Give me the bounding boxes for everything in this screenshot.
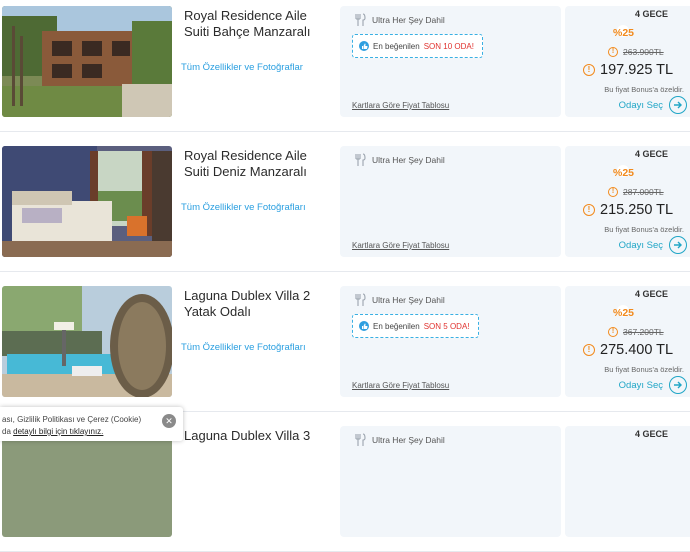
price-panel: 4 GECE (565, 426, 690, 537)
bonus-note: Bu fiyat Bonus'a özeldir. (604, 225, 684, 234)
old-price: 287.000TL (623, 187, 664, 197)
popular-badge: En beğenilen SON 10 ODA! (352, 34, 483, 58)
price-panel: 4 GECE %25 ! 263.900TL ! 197.925 TL Bu f… (565, 6, 690, 117)
room-photo[interactable] (2, 426, 172, 537)
board-panel: Ultra Her Şey Dahil Kartlara Göre Fiyat … (340, 146, 561, 257)
nights-count: 4 GECE (634, 289, 668, 299)
info-icon[interactable]: ! (608, 187, 618, 197)
room-photo[interactable] (2, 6, 172, 117)
rooms-left-alert: SON 10 ODA! (423, 41, 474, 51)
select-room-label[interactable]: Odayı Seç (619, 100, 663, 111)
close-icon[interactable]: ✕ (162, 414, 176, 428)
cookie-banner: ası, Gizlilik Politikası ve Çerez (Cooki… (0, 407, 183, 441)
cookie-text-line2: da detaylı bilgi için tıklayınız. (2, 427, 103, 436)
new-price: 215.250 TL (600, 202, 674, 218)
rooms-left-alert: SON 5 ODA! (423, 321, 470, 331)
board-type: Ultra Her Şey Dahil (372, 15, 445, 25)
new-price-row: ! 215.250 TL (583, 202, 673, 218)
features-photos-link[interactable]: Tüm Özellikler ve Fotoğrafları (181, 202, 306, 213)
board-type: Ultra Her Şey Dahil (372, 295, 445, 305)
badge-text: En beğenilen (373, 41, 420, 51)
select-room-label[interactable]: Odayı Seç (619, 380, 663, 391)
popular-badge: En beğenilen SON 5 ODA! (352, 314, 479, 338)
room-title[interactable]: Laguna Dublex Villa 3 (184, 428, 334, 444)
nights-count: 4 GECE (634, 429, 668, 439)
old-price-row: ! 263.900TL (608, 47, 664, 57)
info-icon[interactable]: ! (608, 47, 618, 57)
features-photos-link[interactable]: Tüm Özellikler ve Fotoğraflar (181, 62, 303, 73)
utensils-icon (355, 433, 366, 446)
nights-count: 4 GECE (634, 149, 668, 159)
room-card: Royal Residence Aile Suiti Deniz Manzara… (0, 140, 690, 272)
room-photo[interactable] (2, 286, 172, 397)
select-room-button[interactable]: Odayı Seç (619, 96, 687, 114)
thumbs-up-icon (359, 41, 369, 51)
price-panel: 4 GECE %25 ! 367.200TL ! 275.400 TL Bu f… (565, 286, 690, 397)
select-room-label[interactable]: Odayı Seç (619, 240, 663, 251)
new-price-row: ! 275.400 TL (583, 342, 673, 358)
room-title[interactable]: Royal Residence Aile Suiti Bahçe Manzara… (184, 8, 334, 40)
discount-rate: %25 (613, 307, 635, 319)
old-price: 263.900TL (623, 47, 664, 57)
utensils-icon (355, 293, 366, 306)
new-price: 197.925 TL (600, 62, 674, 78)
new-price: 275.400 TL (600, 342, 674, 358)
info-icon[interactable]: ! (583, 64, 595, 76)
price-table-link[interactable]: Kartlara Göre Fiyat Tablosu (352, 101, 449, 110)
old-price-row: ! 287.000TL (608, 187, 664, 197)
old-price-row: ! 367.200TL (608, 327, 664, 337)
old-price: 367.200TL (623, 327, 664, 337)
features-photos-link[interactable]: Tüm Özellikler ve Fotoğrafları (181, 342, 306, 353)
bonus-note: Bu fiyat Bonus'a özeldir. (604, 85, 684, 94)
info-icon[interactable]: ! (583, 344, 595, 356)
arrow-right-icon[interactable] (669, 376, 687, 394)
select-room-button[interactable]: Odayı Seç (619, 376, 687, 394)
room-photo[interactable] (2, 146, 172, 257)
price-table-link[interactable]: Kartlara Göre Fiyat Tablosu (352, 381, 449, 390)
thumbs-up-icon (359, 321, 369, 331)
cookie-details-link[interactable]: detaylı bilgi için tıklayınız. (13, 427, 103, 436)
badge-text: En beğenilen (373, 321, 420, 331)
nights-count: 4 GECE (634, 9, 668, 19)
new-price-row: ! 197.925 TL (583, 62, 673, 78)
room-card: Laguna Dublex Villa 2 Yatak Odalı Tüm Öz… (0, 280, 690, 412)
utensils-icon (355, 13, 366, 26)
room-card: Royal Residence Aile Suiti Bahçe Manzara… (0, 0, 690, 132)
cookie-text: ası, Gizlilik Politikası ve Çerez (Cooki… (2, 415, 142, 424)
cookie-text-prefix: da (2, 427, 14, 436)
board-panel: Ultra Her Şey Dahil En beğenilen SON 10 … (340, 6, 561, 117)
discount-rate: %25 (613, 27, 635, 39)
select-room-button[interactable]: Odayı Seç (619, 236, 687, 254)
price-panel: 4 GECE %25 ! 287.000TL ! 215.250 TL Bu f… (565, 146, 690, 257)
arrow-right-icon[interactable] (669, 96, 687, 114)
arrow-right-icon[interactable] (669, 236, 687, 254)
board-panel: Ultra Her Şey Dahil (340, 426, 561, 537)
room-title[interactable]: Laguna Dublex Villa 2 Yatak Odalı (184, 288, 334, 320)
room-title[interactable]: Royal Residence Aile Suiti Deniz Manzara… (184, 148, 334, 180)
info-icon[interactable]: ! (608, 327, 618, 337)
board-type: Ultra Her Şey Dahil (372, 155, 445, 165)
bonus-note: Bu fiyat Bonus'a özeldir. (604, 365, 684, 374)
discount-rate: %25 (613, 167, 635, 179)
utensils-icon (355, 153, 366, 166)
board-panel: Ultra Her Şey Dahil En beğenilen SON 5 O… (340, 286, 561, 397)
info-icon[interactable]: ! (583, 204, 595, 216)
price-table-link[interactable]: Kartlara Göre Fiyat Tablosu (352, 241, 449, 250)
